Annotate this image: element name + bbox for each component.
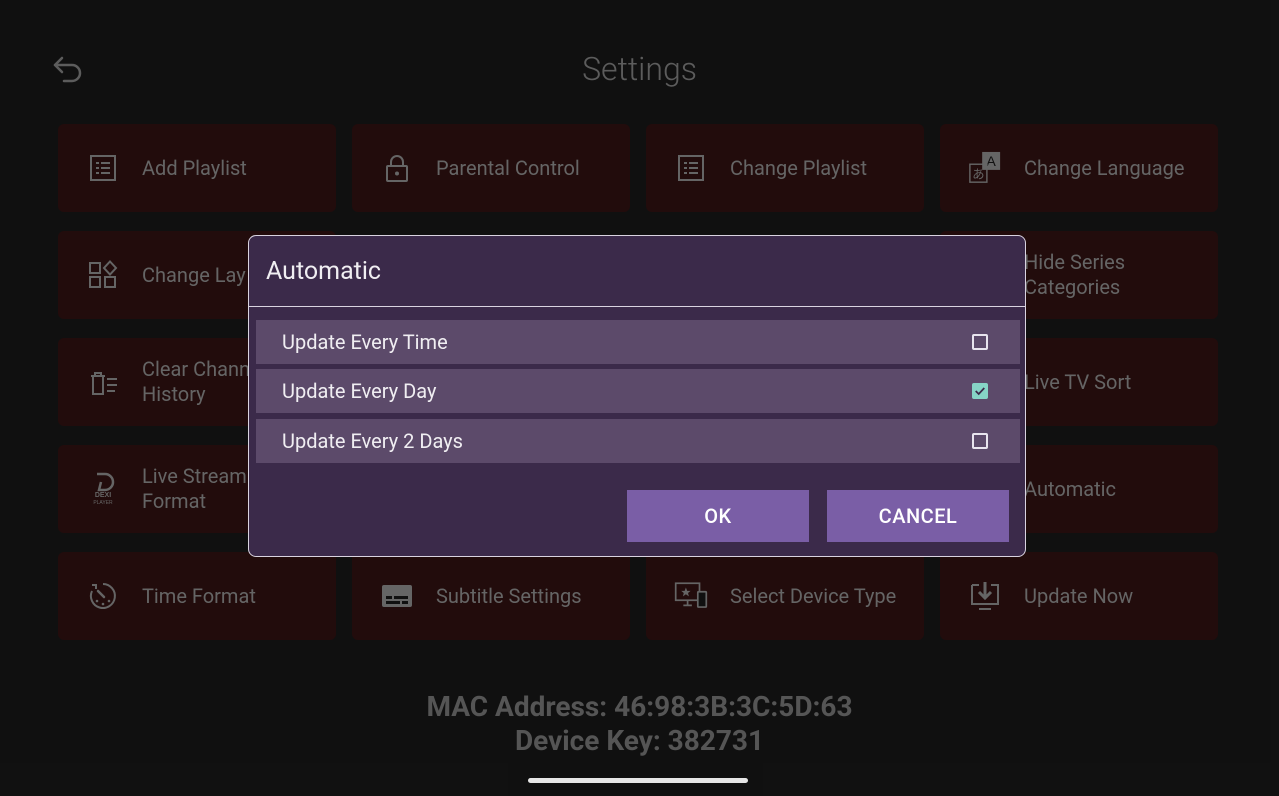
checkbox-checked[interactable] [972,383,988,399]
ok-button[interactable]: OK [627,490,809,542]
dialog-title: Automatic [249,236,1025,307]
checkmark-icon [975,387,985,396]
option-label: Update Every Time [282,330,448,354]
cancel-button[interactable]: CANCEL [827,490,1009,542]
home-indicator[interactable] [528,778,748,783]
checkbox[interactable] [972,334,988,350]
checkbox[interactable] [972,433,988,449]
option-label: Update Every Day [282,379,437,403]
option-label: Update Every 2 Days [282,429,463,453]
option-update-every-day[interactable]: Update Every Day [256,369,1020,413]
automatic-dialog: Automatic Update Every Time Update Every… [248,235,1026,557]
option-update-every-2-days[interactable]: Update Every 2 Days [256,419,1020,463]
option-update-every-time[interactable]: Update Every Time [256,320,1020,364]
